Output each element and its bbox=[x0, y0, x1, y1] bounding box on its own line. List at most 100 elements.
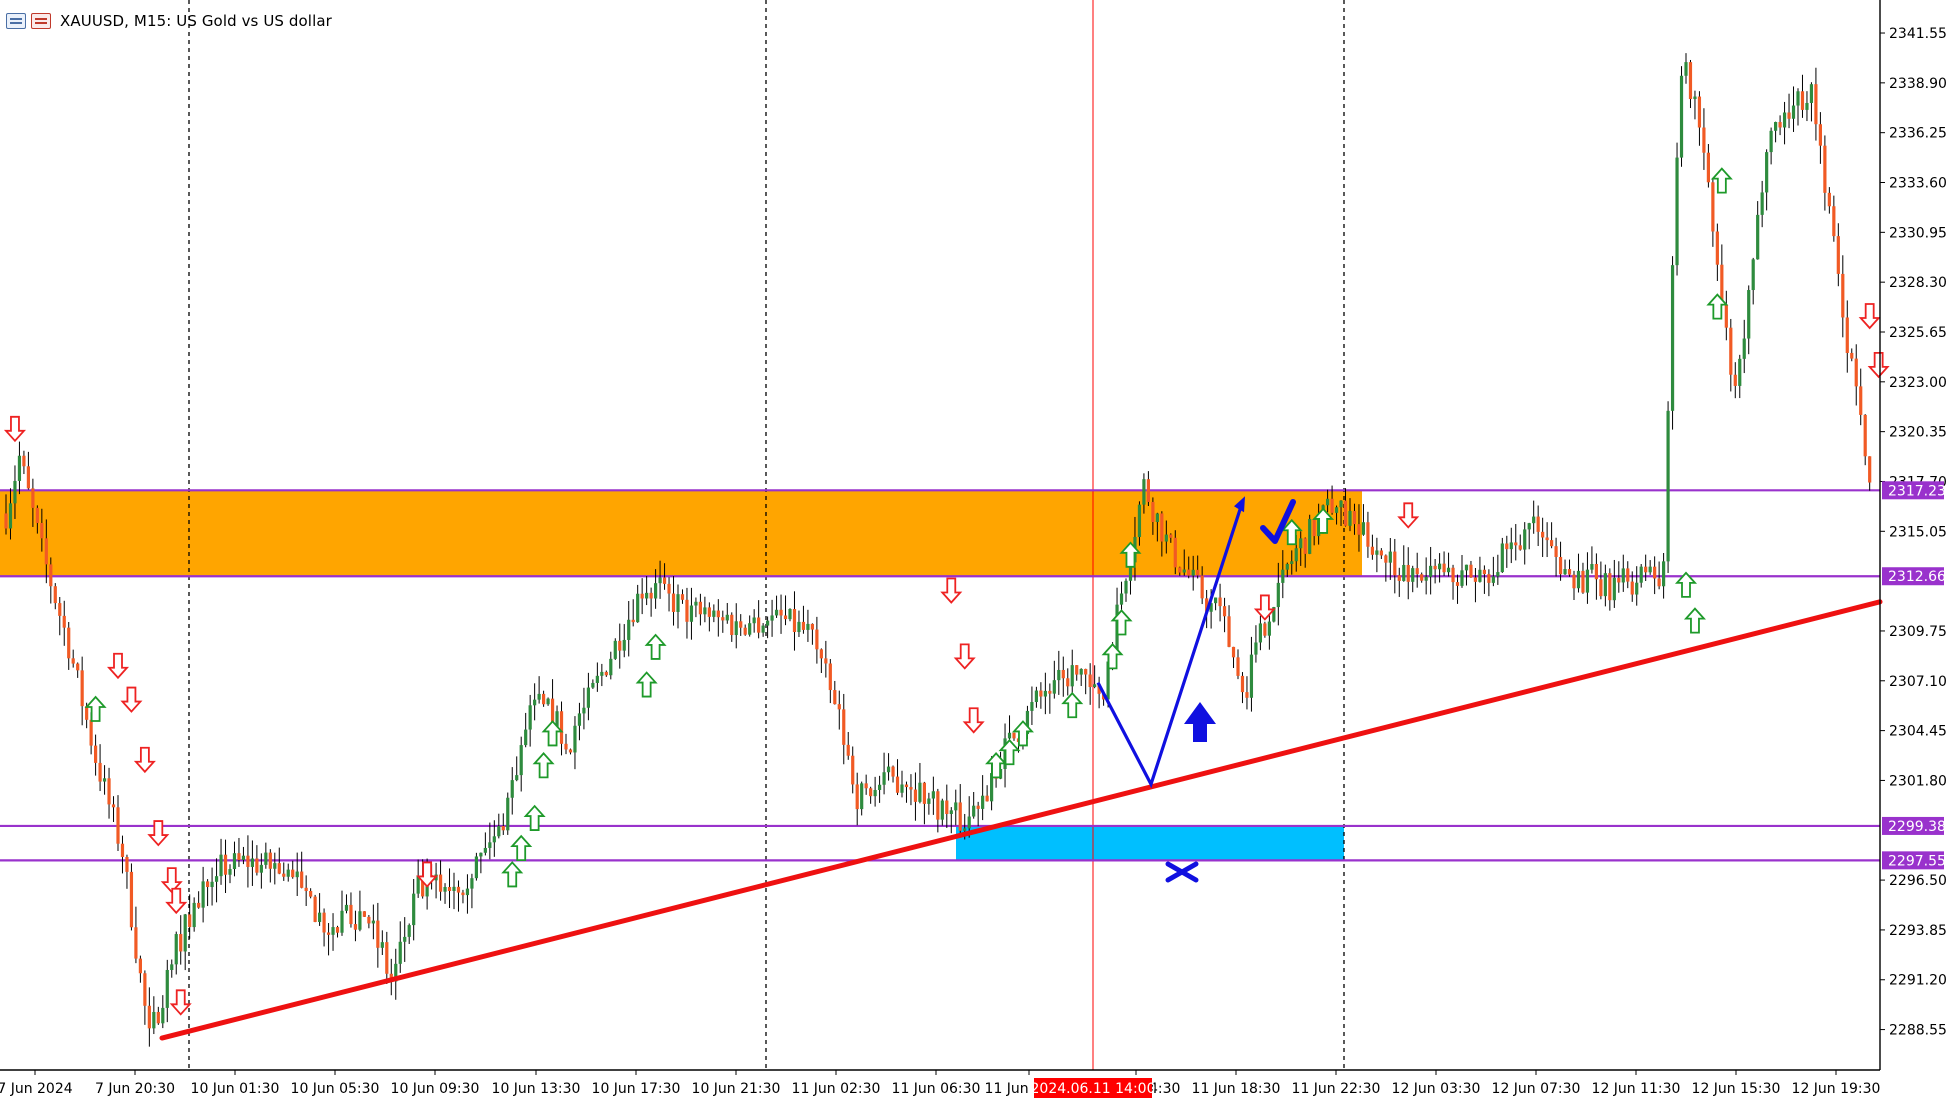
candle[interactable] bbox=[860, 781, 864, 816]
candle[interactable] bbox=[1814, 67, 1818, 141]
candle[interactable] bbox=[134, 906, 138, 964]
candle[interactable] bbox=[680, 589, 685, 604]
candle[interactable] bbox=[465, 874, 470, 914]
candle[interactable] bbox=[1500, 537, 1504, 573]
candle[interactable] bbox=[873, 776, 877, 807]
candle[interactable] bbox=[510, 767, 514, 815]
candle[interactable] bbox=[1048, 683, 1052, 714]
candle[interactable] bbox=[757, 600, 761, 639]
candle[interactable] bbox=[927, 792, 931, 815]
buy-signal-arrow-icon[interactable] bbox=[541, 720, 564, 747]
candle[interactable] bbox=[22, 450, 26, 475]
candle[interactable] bbox=[761, 623, 765, 637]
candle[interactable] bbox=[716, 599, 720, 637]
candle[interactable] bbox=[1455, 574, 1460, 604]
candle[interactable] bbox=[1800, 74, 1805, 118]
chart-tab-icon[interactable] bbox=[31, 13, 51, 29]
candle[interactable] bbox=[1724, 290, 1728, 341]
candle[interactable] bbox=[976, 801, 980, 827]
candle[interactable] bbox=[649, 587, 653, 617]
candle[interactable] bbox=[295, 852, 299, 896]
candle[interactable] bbox=[219, 838, 223, 885]
candle[interactable] bbox=[1518, 534, 1522, 551]
trendline[interactable] bbox=[159, 599, 1883, 1041]
candle[interactable] bbox=[273, 852, 277, 885]
candle[interactable] bbox=[313, 894, 317, 923]
sell-signal-arrow-icon[interactable] bbox=[1858, 303, 1881, 330]
candle[interactable] bbox=[1715, 223, 1719, 281]
candle[interactable] bbox=[1706, 144, 1710, 188]
candle[interactable] bbox=[1670, 256, 1675, 430]
candle[interactable] bbox=[694, 597, 698, 618]
candle[interactable] bbox=[1263, 621, 1267, 638]
candle[interactable] bbox=[1446, 552, 1451, 577]
buy-signal-arrow-icon[interactable] bbox=[985, 752, 1008, 779]
candle[interactable] bbox=[1791, 86, 1796, 132]
candle[interactable] bbox=[1030, 686, 1034, 726]
candle[interactable] bbox=[1729, 318, 1733, 392]
candle[interactable] bbox=[120, 835, 125, 874]
candle[interactable] bbox=[1075, 665, 1079, 681]
candle[interactable] bbox=[855, 772, 859, 826]
candle[interactable] bbox=[147, 987, 151, 1047]
candle[interactable] bbox=[1057, 650, 1061, 695]
candle[interactable] bbox=[98, 744, 102, 792]
cross-icon[interactable] bbox=[1165, 861, 1199, 883]
buy-signal-arrow-icon[interactable] bbox=[1706, 293, 1729, 320]
candle[interactable] bbox=[1666, 401, 1670, 574]
candle[interactable] bbox=[1590, 546, 1594, 574]
candle[interactable] bbox=[645, 576, 649, 606]
candle[interactable] bbox=[107, 767, 111, 819]
candle[interactable] bbox=[806, 609, 810, 642]
candle[interactable] bbox=[1388, 537, 1392, 580]
candle[interactable] bbox=[909, 774, 913, 806]
candle[interactable] bbox=[833, 680, 837, 705]
candle[interactable] bbox=[577, 702, 582, 741]
candle[interactable] bbox=[340, 890, 344, 936]
candle[interactable] bbox=[1635, 566, 1639, 606]
candle[interactable] bbox=[1581, 562, 1585, 594]
candle[interactable] bbox=[1124, 578, 1128, 602]
candle[interactable] bbox=[1662, 552, 1666, 599]
candle[interactable] bbox=[1841, 255, 1845, 338]
candle[interactable] bbox=[640, 578, 644, 615]
candle[interactable] bbox=[1688, 59, 1693, 109]
candle[interactable] bbox=[170, 959, 174, 978]
sell-signal-arrow-icon[interactable] bbox=[1397, 502, 1420, 529]
candle[interactable] bbox=[214, 858, 219, 903]
candle[interactable] bbox=[447, 868, 452, 908]
candle[interactable] bbox=[1711, 177, 1715, 247]
candle[interactable] bbox=[528, 694, 532, 747]
candle[interactable] bbox=[241, 846, 246, 865]
candle[interactable] bbox=[564, 733, 568, 755]
candle[interactable] bbox=[667, 577, 671, 612]
candle[interactable] bbox=[1558, 541, 1563, 581]
sell-signal-arrow-icon[interactable] bbox=[106, 652, 130, 680]
candle[interactable] bbox=[895, 759, 900, 796]
candle[interactable] bbox=[286, 863, 290, 882]
sell-signal-arrow-icon[interactable] bbox=[962, 707, 985, 734]
candle[interactable] bbox=[676, 584, 680, 629]
sell-signal-arrow-icon[interactable] bbox=[120, 686, 143, 713]
candle[interactable] bbox=[1823, 135, 1827, 211]
candle[interactable] bbox=[622, 624, 626, 658]
sell-signal-arrow-icon[interactable] bbox=[133, 746, 156, 774]
candle[interactable] bbox=[1747, 285, 1751, 355]
candle[interactable] bbox=[828, 658, 832, 704]
candle[interactable] bbox=[1585, 552, 1590, 604]
candle[interactable] bbox=[474, 852, 478, 881]
candle[interactable] bbox=[353, 910, 358, 942]
candle[interactable] bbox=[1397, 567, 1401, 597]
candle[interactable] bbox=[837, 690, 841, 730]
candle[interactable] bbox=[1406, 547, 1410, 600]
candle[interactable] bbox=[1653, 556, 1657, 595]
candle[interactable] bbox=[627, 601, 631, 657]
candle[interactable] bbox=[116, 795, 120, 851]
candle[interactable] bbox=[1254, 625, 1258, 663]
candle[interactable] bbox=[1756, 201, 1760, 260]
candle[interactable] bbox=[264, 842, 268, 869]
candle[interactable] bbox=[156, 1006, 160, 1025]
candle[interactable] bbox=[322, 908, 326, 947]
candle[interactable] bbox=[1308, 514, 1312, 555]
sell-signal-arrow-icon[interactable] bbox=[416, 861, 439, 888]
